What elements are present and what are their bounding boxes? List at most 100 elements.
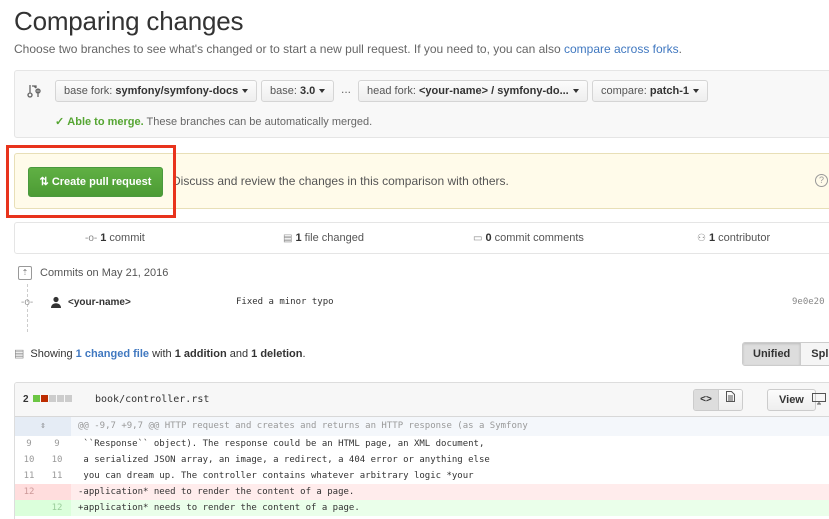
commits-label: commit xyxy=(109,232,145,244)
commits-stat[interactable]: -o- 1 commit xyxy=(85,232,145,244)
comparison-stats: -o- 1 commit ▤ 1 file changed ▭ 0 commit co… xyxy=(14,222,829,254)
repo-push-icon: ⇡ xyxy=(18,266,32,280)
rich-diff-button[interactable] xyxy=(718,390,742,410)
diffstat-addition-block xyxy=(33,395,40,402)
diff-line-ctx[interactable]: 10 10 a serialized JSON array, an image, … xyxy=(15,452,829,468)
contributors-count: 1 xyxy=(708,232,716,244)
compare-value: patch-1 xyxy=(649,85,690,97)
summary-prefix: Showing xyxy=(30,348,76,360)
person-icon xyxy=(50,296,62,311)
highlight-annotation xyxy=(6,145,176,218)
commit-sha[interactable]: 9e0e20 xyxy=(792,297,825,307)
file-diff: 2 book/controller.rst <> View ⇳ @@ -9,7 … xyxy=(14,382,829,519)
diff-view-toggle: Unified Split xyxy=(742,342,829,366)
compare-label: compare: xyxy=(601,85,647,97)
base-fork-select[interactable]: base fork: symfony/symfony-docs xyxy=(55,80,258,102)
new-line-number[interactable]: 11 xyxy=(43,468,71,484)
files-count: 1 xyxy=(295,232,302,244)
diff-line-del[interactable]: 12 -application* need to render the conte… xyxy=(15,484,829,500)
commits-date-text: Commits on May 21, 2016 xyxy=(40,266,169,279)
head-fork-select[interactable]: head fork: <your-name> / symfony-do... xyxy=(358,80,588,102)
base-value: 3.0 xyxy=(299,85,316,97)
diff-line-code: you can dream up. The controller contain… xyxy=(78,471,474,481)
summary-and: and xyxy=(226,348,252,360)
desktop-icon[interactable] xyxy=(812,393,826,408)
diffstat-deletion-block xyxy=(41,395,48,402)
file-header: 2 book/controller.rst <> View xyxy=(15,383,829,417)
merge-status: ✓ Able to merge. These branches can be a… xyxy=(55,115,372,128)
diff-table: ⇳ @@ -9,7 +9,7 @@ HTTP request and creat… xyxy=(15,417,829,516)
range-ellipsis: ... xyxy=(341,82,352,96)
merge-status-detail: These branches can be automatically merg… xyxy=(146,116,373,128)
new-line-number[interactable]: 10 xyxy=(43,452,71,468)
expand-icon[interactable]: ⇳ xyxy=(15,417,71,436)
diff-line-ctx[interactable]: 11 11 you can dream up. The controller co… xyxy=(15,468,829,484)
chevron-down-icon xyxy=(693,89,700,94)
contributors-label: contributor xyxy=(718,232,771,244)
chevron-down-icon xyxy=(319,89,326,94)
commit-timeline xyxy=(27,284,28,332)
split-view-button[interactable]: Split xyxy=(800,343,829,365)
chevron-down-icon xyxy=(242,89,249,94)
changed-files-link[interactable]: 1 changed file xyxy=(76,348,149,360)
summary-end: . xyxy=(302,348,306,360)
base-label: base: xyxy=(270,85,297,97)
organization-icon: ⚇ xyxy=(697,233,706,244)
code-view-button[interactable]: <> xyxy=(694,390,718,410)
diff-line-code: +application* needs to render the conten… xyxy=(78,503,360,513)
hunk-header-text: @@ -9,7 +9,7 @@ HTTP request and creates… xyxy=(78,421,528,431)
file-diff-icon: ▤ xyxy=(14,348,25,360)
old-line-number[interactable]: 10 xyxy=(15,452,43,468)
hunk-header-row: ⇳ @@ -9,7 +9,7 @@ HTTP request and creat… xyxy=(15,417,829,436)
question-icon[interactable]: ? xyxy=(815,174,828,187)
diff-lines: 99 ``Response`` object). The response co… xyxy=(15,436,829,516)
compare-across-forks-link[interactable]: compare across forks xyxy=(564,42,679,56)
comment-icon: ▭ xyxy=(473,233,483,244)
file-path[interactable]: book/controller.rst xyxy=(95,394,209,405)
commits-date-heading: ⇡ Commits on May 21, 2016 xyxy=(18,266,168,280)
file-text-icon xyxy=(726,391,735,402)
git-compare-icon xyxy=(27,83,41,99)
new-line-number[interactable]: 9 xyxy=(43,436,71,452)
commit-author[interactable]: <your-name> xyxy=(68,297,131,308)
new-line-number[interactable]: 12 xyxy=(43,500,71,516)
old-line-number[interactable] xyxy=(15,500,43,516)
diff-summary: ▤ Showing 1 changed file with 1 addition … xyxy=(14,347,306,360)
commit-icon: -o- xyxy=(21,297,34,308)
base-branch-select[interactable]: base: 3.0 xyxy=(261,80,335,102)
files-stat[interactable]: ▤ 1 file changed xyxy=(283,232,364,244)
range-editor: base fork: symfony/symfony-docs base: 3.… xyxy=(14,70,829,138)
diff-line-code: a serialized JSON array, an image, a red… xyxy=(78,455,490,465)
unified-view-button[interactable]: Unified xyxy=(743,343,801,365)
deletions-count: 1 deletion xyxy=(251,348,303,360)
chevron-down-icon xyxy=(572,89,579,94)
commit-icon: -o- xyxy=(85,233,98,244)
summary-middle: with xyxy=(149,348,175,360)
old-line-number[interactable]: 12 xyxy=(15,484,43,500)
create-pr-description: Discuss and review the changes in this c… xyxy=(172,174,509,188)
diff-line-code: -application* need to render the content… xyxy=(78,487,355,497)
old-line-number[interactable]: 11 xyxy=(15,468,43,484)
file-change-count: 2 xyxy=(23,394,29,405)
merge-status-label: Able to merge. xyxy=(67,116,144,128)
commit-message[interactable]: Fixed a minor typo xyxy=(236,297,334,307)
diff-line-ctx[interactable]: 99 ``Response`` object). The response co… xyxy=(15,436,829,452)
diffstat-neutral-block xyxy=(49,395,56,402)
new-line-number[interactable] xyxy=(43,484,71,500)
contributors-stat[interactable]: ⚇ 1 contributor xyxy=(697,232,770,244)
old-line-number[interactable]: 9 xyxy=(15,436,43,452)
diffstat-neutral-block xyxy=(65,395,72,402)
additions-count: 1 addition xyxy=(174,348,227,360)
base-fork-label: base fork: xyxy=(64,85,113,97)
compare-branch-select[interactable]: compare: patch-1 xyxy=(592,80,709,102)
comments-stat[interactable]: ▭ 0 commit comments xyxy=(473,232,584,244)
subtitle-end: . xyxy=(678,42,683,56)
commits-count: 1 xyxy=(100,232,107,244)
diff-line-add[interactable]: 12 +application* needs to render the cont… xyxy=(15,500,829,516)
page-subtitle: Choose two branches to see what's change… xyxy=(14,42,682,56)
head-fork-label: head fork: xyxy=(367,85,416,97)
view-file-button[interactable]: View xyxy=(767,389,816,411)
file-diff-icon: ▤ xyxy=(283,233,293,244)
subtitle-text: Choose two branches to see what's change… xyxy=(14,42,564,56)
files-label: file changed xyxy=(304,232,364,244)
